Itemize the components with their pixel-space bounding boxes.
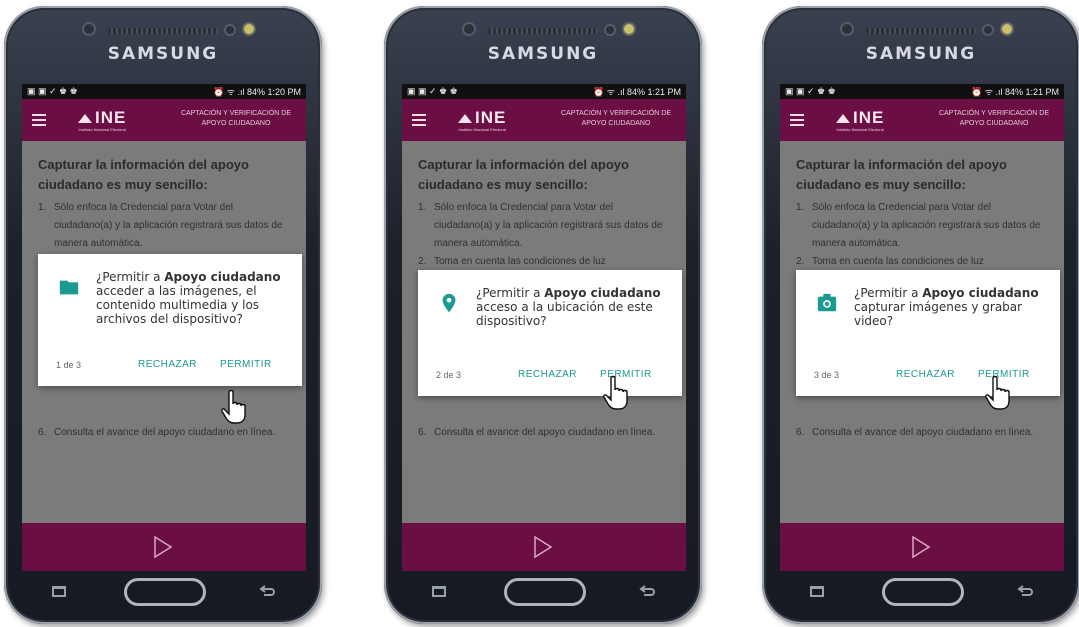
app-title: CAPTACIÓN Y VERIFICACIÓN DE APOYO CIUDAD…	[560, 110, 672, 127]
list-item: 6. Consulta el avance del apoyo ciudadano…	[418, 427, 656, 438]
dialog-step-count: 2 de 3	[436, 370, 462, 380]
device-brand: SAMSUNG	[487, 44, 599, 64]
next-play-icon[interactable]	[906, 533, 934, 561]
home-button[interactable]	[504, 578, 586, 606]
recent-apps-icon[interactable]	[432, 586, 446, 597]
back-icon[interactable]	[638, 582, 656, 600]
location-pin-icon	[442, 293, 456, 313]
bottom-bar	[22, 523, 306, 571]
front-camera	[842, 24, 852, 34]
instructions: Capturar la información del apoyo ciudad…	[22, 141, 306, 253]
hardware-navbar	[402, 574, 686, 614]
app-title: CAPTACIÓN Y VERIFICACIÓN DE APOYO CIUDAD…	[180, 110, 292, 127]
allow-button[interactable]: PERMITIR	[220, 359, 272, 370]
reject-button[interactable]: RECHAZAR	[896, 369, 955, 380]
hand-cursor-icon	[221, 389, 246, 424]
ine-logo: INE Instituto Nacional Electoral	[78, 108, 127, 132]
instructions: Capturar la información del apoyo ciudad…	[780, 141, 1064, 271]
ine-logo: INE Instituto Nacional Electoral	[458, 108, 507, 132]
folder-icon	[59, 280, 79, 295]
camera-icon	[817, 293, 837, 312]
notification-led	[244, 24, 254, 34]
front-camera	[84, 24, 94, 34]
list-item: 6. Consulta el avance del apoyo ciudadano…	[38, 427, 276, 438]
next-play-icon[interactable]	[148, 533, 176, 561]
status-bar: ▣ ▣ ✓ ♚ ♚ ⏰ ᯤ .ıl 84% 1:21 PM	[402, 84, 686, 99]
notification-led	[624, 24, 634, 34]
bottom-bar	[780, 523, 1064, 571]
screen: ▣ ▣ ✓ ♚ ♚ ⏰ ᯤ .ıl 84% 1:20 PM INE Instit…	[22, 84, 306, 571]
sensor	[606, 26, 614, 34]
app-bar: INE Instituto Nacional Electoral CAPTACI…	[22, 99, 306, 141]
speaker-grille	[108, 28, 218, 34]
instructions-heading: Capturar la información del apoyo ciudad…	[796, 157, 1007, 192]
phone-1: SAMSUNG ▣ ▣ ✓ ♚ ♚ ⏰ ᯤ .ıl 84% 1:20 PM IN…	[4, 6, 322, 624]
hamburger-menu-icon[interactable]	[412, 111, 426, 129]
app-title: CAPTACIÓN Y VERIFICACIÓN DE APOYO CIUDAD…	[938, 110, 1050, 127]
speaker-grille	[866, 28, 976, 34]
dialog-step-count: 3 de 3	[814, 370, 840, 380]
ine-logo: INE Instituto Nacional Electoral	[836, 108, 885, 132]
permission-dialog: ¿Permitir a Apoyo ciudadano acceso a la …	[418, 270, 682, 396]
status-time: ⏰ ᯤ .ıl 84% 1:21 PM	[971, 87, 1059, 97]
list-item: 2. Toma en cuenta las condiciones de luz	[796, 256, 984, 267]
recent-apps-icon[interactable]	[810, 586, 824, 597]
notification-icons: ▣ ▣ ✓ ♚ ♚	[27, 86, 78, 96]
status-bar: ▣ ▣ ✓ ♚ ♚ ⏰ ᯤ .ıl 84% 1:21 PM	[780, 84, 1064, 99]
list-item: 2. Toma en cuenta las condiciones de luz	[418, 256, 606, 267]
list-item: 1. Sólo enfoca la Credencial para Votar d…	[796, 202, 1041, 249]
dialog-step-count: 1 de 3	[56, 360, 82, 370]
device-brand: SAMSUNG	[107, 44, 219, 64]
speaker-grille	[488, 28, 598, 34]
screen: ▣ ▣ ✓ ♚ ♚ ⏰ ᯤ .ıl 84% 1:21 PM INE Instit…	[402, 84, 686, 571]
hardware-navbar	[780, 574, 1064, 614]
reject-button[interactable]: RECHAZAR	[518, 369, 577, 380]
next-play-icon[interactable]	[528, 533, 556, 561]
screen: ▣ ▣ ✓ ♚ ♚ ⏰ ᯤ .ıl 84% 1:21 PM INE Instit…	[780, 84, 1064, 571]
bottom-bar	[402, 523, 686, 571]
permission-dialog: ¿Permitir a Apoyo ciudadano acceder a la…	[38, 254, 302, 386]
dialog-message: ¿Permitir a Apoyo ciudadano capturar imá…	[854, 286, 1039, 328]
hand-cursor-icon	[985, 375, 1010, 410]
instructions-heading: Capturar la información del apoyo ciudad…	[38, 157, 249, 192]
hardware-navbar	[22, 574, 306, 614]
dialog-message: ¿Permitir a Apoyo ciudadano acceder a la…	[96, 270, 281, 326]
reject-button[interactable]: RECHAZAR	[138, 359, 197, 370]
recent-apps-icon[interactable]	[52, 586, 66, 597]
list-item: 1. Sólo enfoca la Credencial para Votar d…	[38, 202, 283, 249]
status-time: ⏰ ᯤ .ıl 84% 1:21 PM	[593, 87, 681, 97]
home-button[interactable]	[124, 578, 206, 606]
device-brand: SAMSUNG	[865, 44, 977, 64]
permission-dialog: ¿Permitir a Apoyo ciudadano capturar imá…	[796, 270, 1060, 396]
instructions-heading: Capturar la información del apoyo ciudad…	[418, 157, 629, 192]
instructions: Capturar la información del apoyo ciudad…	[402, 141, 686, 271]
notification-led	[1002, 24, 1012, 34]
hamburger-menu-icon[interactable]	[790, 111, 804, 129]
list-item: 1. Sólo enfoca la Credencial para Votar d…	[418, 202, 663, 249]
phone-3: SAMSUNG ▣ ▣ ✓ ♚ ♚ ⏰ ᯤ .ıl 84% 1:21 PM IN…	[762, 6, 1079, 624]
sensor	[984, 26, 992, 34]
dialog-message: ¿Permitir a Apoyo ciudadano acceso a la …	[476, 286, 661, 328]
status-bar: ▣ ▣ ✓ ♚ ♚ ⏰ ᯤ .ıl 84% 1:20 PM	[22, 84, 306, 99]
back-icon[interactable]	[1016, 582, 1034, 600]
notification-icons: ▣ ▣ ✓ ♚ ♚	[407, 86, 458, 96]
notification-icons: ▣ ▣ ✓ ♚ ♚	[785, 86, 836, 96]
back-icon[interactable]	[258, 582, 276, 600]
sensor	[226, 26, 234, 34]
hamburger-menu-icon[interactable]	[32, 111, 46, 129]
list-item: 6. Consulta el avance del apoyo ciudadano…	[796, 427, 1034, 438]
front-camera	[464, 24, 474, 34]
app-bar: INE Instituto Nacional Electoral CAPTACI…	[780, 99, 1064, 141]
home-button[interactable]	[882, 578, 964, 606]
phone-2: SAMSUNG ▣ ▣ ✓ ♚ ♚ ⏰ ᯤ .ıl 84% 1:21 PM IN…	[384, 6, 702, 624]
app-bar: INE Instituto Nacional Electoral CAPTACI…	[402, 99, 686, 141]
hand-cursor-icon	[603, 375, 628, 410]
status-time: ⏰ ᯤ .ıl 84% 1:20 PM	[213, 87, 301, 97]
